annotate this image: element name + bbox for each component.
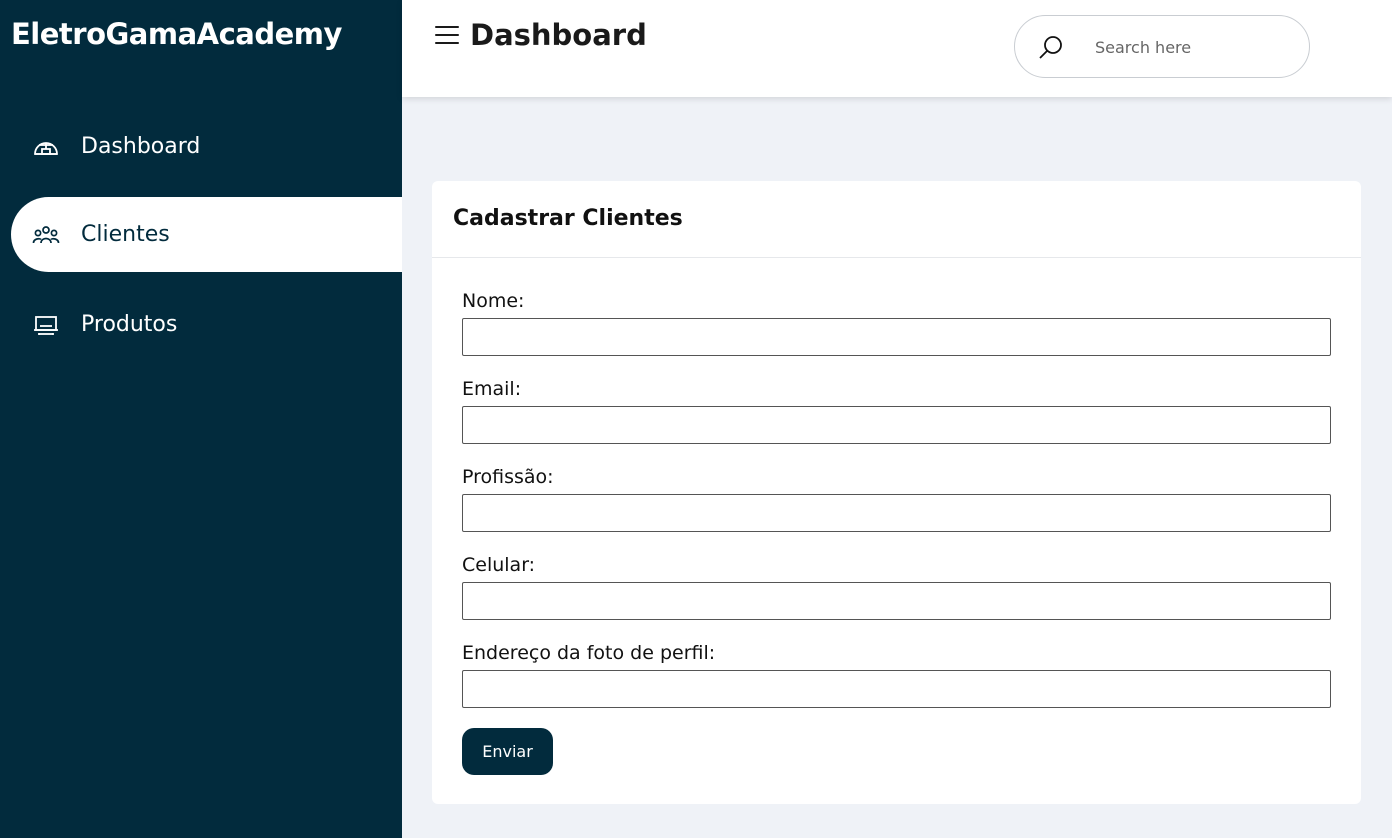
- search-input[interactable]: [1095, 32, 1290, 62]
- celular-label: Celular:: [462, 554, 536, 576]
- sidebar-item-label: Dashboard: [81, 134, 201, 159]
- sidebar-item-label: Clientes: [81, 222, 170, 247]
- search-icon: [1039, 36, 1062, 59]
- page-title: Dashboard: [470, 18, 647, 52]
- submit-button[interactable]: Enviar: [462, 728, 553, 775]
- photo-url-label: Endereço da foto de perfil:: [462, 642, 716, 664]
- sidebar-item-label: Produtos: [81, 312, 178, 337]
- email-field[interactable]: [462, 406, 1331, 444]
- nome-field[interactable]: [462, 318, 1331, 356]
- dashboard-icon: [32, 135, 60, 159]
- email-label: Email:: [462, 378, 522, 400]
- nome-label: Nome:: [462, 290, 525, 312]
- sidebar-item-produtos[interactable]: Produtos: [11, 287, 402, 362]
- sidebar-item-dashboard[interactable]: Dashboard: [11, 109, 402, 184]
- brand-logo-text: EletroGamaAcademy: [11, 17, 342, 51]
- sidebar: EletroGamaAcademy Dashboard Clientes Pro…: [0, 0, 402, 838]
- profissao-field[interactable]: [462, 494, 1331, 532]
- profissao-label: Profissão:: [462, 466, 554, 488]
- celular-field[interactable]: [462, 582, 1331, 620]
- products-icon: [32, 313, 60, 337]
- sidebar-item-clientes[interactable]: Clientes: [11, 197, 402, 272]
- users-icon: [32, 223, 60, 247]
- client-form-card: Cadastrar Clientes Nome: Email: Profissã…: [432, 181, 1361, 804]
- form-title: Cadastrar Clientes: [453, 206, 683, 231]
- search-box[interactable]: [1014, 15, 1310, 78]
- card-header: Cadastrar Clientes: [432, 181, 1361, 258]
- hamburger-menu-icon[interactable]: [435, 26, 459, 48]
- top-header: Dashboard: [402, 0, 1392, 97]
- photo-url-field[interactable]: [462, 670, 1331, 708]
